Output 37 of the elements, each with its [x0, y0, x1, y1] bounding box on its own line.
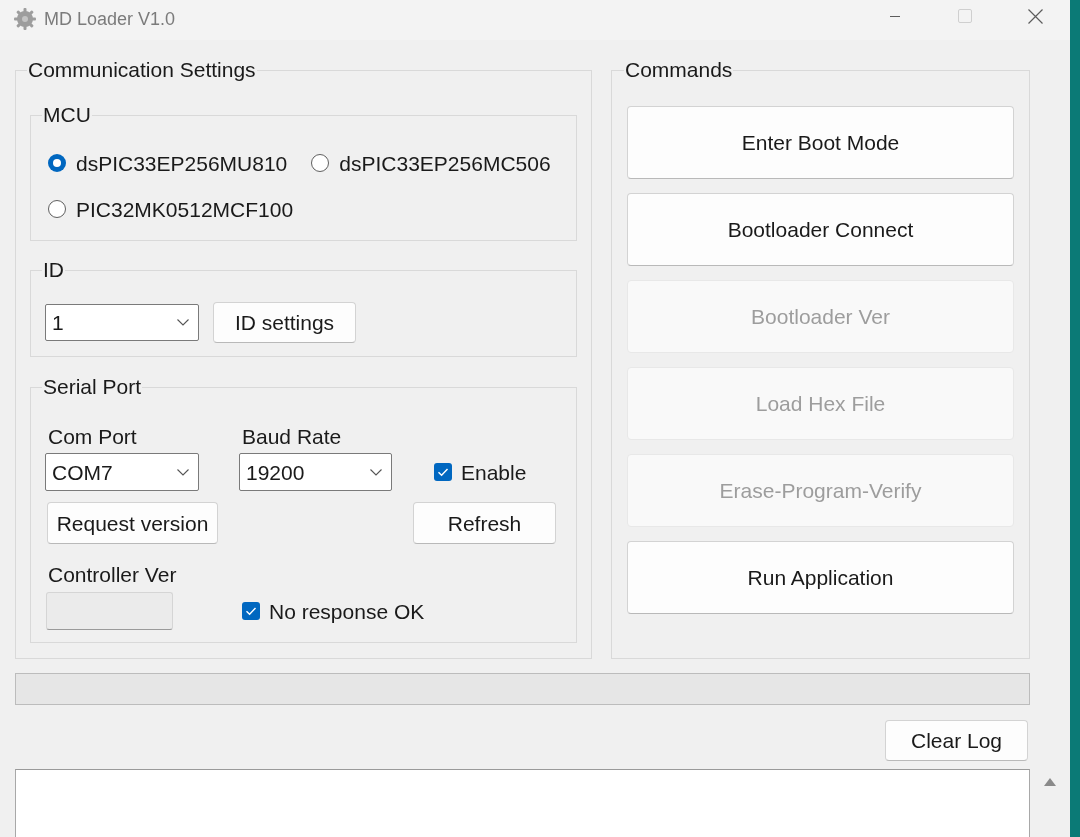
checkbox[interactable] [242, 602, 260, 620]
baud-rate-select[interactable]: 19200 [239, 453, 392, 491]
select-value: 19200 [246, 461, 305, 483]
id-settings-button[interactable]: ID settings [213, 302, 356, 343]
field-label: Com Port [48, 426, 137, 448]
refresh-button[interactable]: Refresh [413, 502, 556, 544]
window-title: MD Loader V1.0 [44, 9, 176, 28]
radio-button[interactable] [48, 200, 66, 218]
group-title: ID [42, 259, 65, 281]
group-title: Serial Port [42, 376, 143, 398]
scroll-up-icon[interactable] [1044, 778, 1056, 786]
radio-label[interactable]: dsPIC33EP256MU810 [76, 152, 288, 174]
command-button[interactable]: Bootloader Connect [627, 193, 1014, 266]
chevron-down-icon [370, 468, 382, 476]
group-title: MCU [42, 104, 92, 126]
chevron-down-icon [177, 319, 189, 326]
field-label: Baud Rate [242, 426, 342, 448]
checkbox[interactable] [434, 463, 452, 481]
select-value: COM7 [52, 461, 113, 483]
request-version-button[interactable]: Request version [47, 502, 218, 544]
group-title: Communication Settings [27, 59, 257, 81]
checkbox-label[interactable]: No response OK [269, 600, 425, 622]
id-select[interactable]: 1 [45, 304, 199, 341]
group-title: Commands [624, 59, 734, 81]
radio-button[interactable] [311, 154, 330, 172]
radio-label[interactable]: PIC32MK0512MCF100 [76, 198, 294, 220]
gear-icon [14, 7, 36, 30]
radio-button[interactable] [48, 154, 66, 172]
chevron-down-icon [177, 468, 189, 476]
com-port-select[interactable]: COM7 [45, 453, 199, 491]
select-value: 1 [52, 312, 64, 333]
radio-label[interactable]: dsPIC33EP256MC506 [339, 152, 551, 174]
command-button[interactable]: Enter Boot Mode [627, 106, 1014, 179]
field-label: Controller Ver [48, 564, 177, 586]
command-button[interactable]: Run Application [627, 541, 1014, 614]
clear-log-button[interactable]: Clear Log [885, 720, 1028, 761]
checkbox-label[interactable]: Enable [461, 461, 527, 483]
